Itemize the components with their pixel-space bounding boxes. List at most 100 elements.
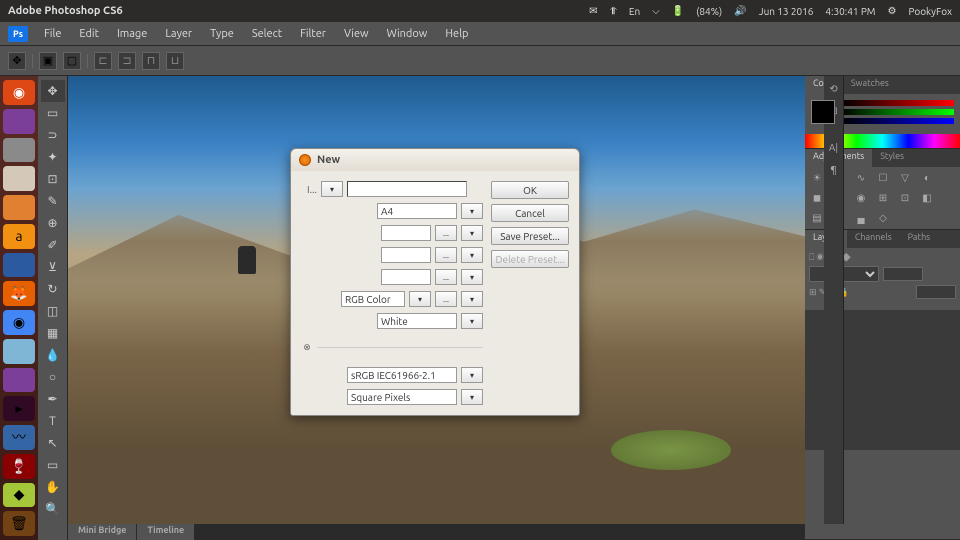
tab-timeline[interactable]: Timeline (137, 524, 194, 540)
history-brush-tool[interactable]: ↻ (41, 278, 65, 300)
exposure-icon[interactable]: ☐ (875, 171, 891, 185)
selective-icon[interactable]: ◇ (875, 211, 891, 225)
gradient-map-icon[interactable]: ▄ (853, 211, 869, 225)
blue-slider[interactable] (841, 118, 954, 124)
zoom-tool[interactable]: 🔍 (41, 498, 65, 520)
android-icon[interactable]: ◆ (3, 483, 35, 508)
dropdown-icon[interactable]: ▾ (461, 269, 483, 285)
tab-styles[interactable]: Styles (872, 149, 912, 167)
hue-icon[interactable]: ◐ (919, 171, 935, 185)
firefox-icon[interactable]: 🦊 (3, 281, 35, 306)
vibrance-icon[interactable]: ▽ (897, 171, 913, 185)
menu-edit[interactable]: Edit (71, 25, 107, 43)
ok-button[interactable]: OK (491, 181, 569, 199)
posterize-icon[interactable]: ▤ (809, 211, 825, 225)
dodge-tool[interactable]: ○ (41, 366, 65, 388)
time[interactable]: 4:30:41 PM (825, 6, 875, 17)
terminal-icon[interactable]: ▸ (3, 396, 35, 421)
save-preset-button[interactable]: Save Preset... (491, 227, 569, 245)
advanced-toggle[interactable]: ⊗ (301, 341, 313, 353)
eyedropper-tool[interactable]: ✎ (41, 190, 65, 212)
menu-file[interactable]: File (36, 25, 69, 43)
dropdown-icon[interactable]: ▾ (461, 247, 483, 263)
hand-tool[interactable]: ✋ (41, 476, 65, 498)
gradient-tool[interactable]: ▦ (41, 322, 65, 344)
wine-icon[interactable]: 🍷 (3, 454, 35, 479)
menu-filter[interactable]: Filter (292, 25, 334, 43)
type-tool[interactable]: T (41, 410, 65, 432)
invert-icon[interactable]: ◧ (919, 191, 935, 205)
language-indicator[interactable]: En (629, 6, 640, 17)
menu-select[interactable]: Select (244, 25, 290, 43)
battery-icon[interactable]: 🔋 (672, 5, 684, 17)
dropdown-icon[interactable]: ▾ (461, 203, 483, 219)
dialog-titlebar[interactable]: New (291, 149, 579, 171)
pixel-aspect-select[interactable] (347, 389, 457, 405)
lookup-icon[interactable]: ⊡ (897, 191, 913, 205)
background-select[interactable] (377, 313, 457, 329)
blend-mode-select[interactable] (809, 266, 879, 282)
unit-dropdown[interactable]: ... (435, 269, 457, 285)
tab-minibridge[interactable]: Mini Bridge (68, 524, 136, 540)
amazon-icon[interactable]: a (3, 224, 35, 249)
gear-icon[interactable]: ⚙ (888, 5, 897, 17)
character-icon[interactable]: A| (827, 140, 841, 154)
dropdown-icon[interactable]: ▾ (409, 291, 431, 307)
bluetooth-icon[interactable]: ⌵ (652, 5, 660, 17)
align-icon[interactable]: ⊓ (142, 52, 160, 70)
heal-tool[interactable]: ⊕ (41, 212, 65, 234)
username[interactable]: PookyFox (908, 6, 952, 17)
unit-dropdown[interactable]: ... (435, 225, 457, 241)
height-input[interactable] (381, 247, 431, 263)
bit-depth-dropdown[interactable]: ... (435, 291, 457, 307)
paragraph-icon[interactable]: ¶ (827, 162, 841, 176)
menu-layer[interactable]: Layer (157, 25, 200, 43)
drive-icon[interactable] (3, 166, 35, 191)
chrome-icon[interactable]: ◉ (3, 310, 35, 335)
tab-swatches[interactable]: Swatches (843, 76, 897, 94)
crop-tool[interactable]: ⊡ (41, 168, 65, 190)
color-profile-select[interactable] (347, 367, 457, 383)
tab-channels[interactable]: Channels (847, 230, 900, 248)
app-icon[interactable] (3, 339, 35, 364)
brush-tool[interactable]: ✐ (41, 234, 65, 256)
preset-select[interactable] (377, 203, 457, 219)
app-icon[interactable] (3, 368, 35, 393)
shape-tool[interactable]: ▭ (41, 454, 65, 476)
auto-select-toggle[interactable]: ▣ (39, 52, 57, 70)
folder-icon[interactable] (3, 195, 35, 220)
color-mode-select[interactable] (341, 291, 405, 307)
align-icon[interactable]: ⊔ (166, 52, 184, 70)
foreground-background-color[interactable] (811, 100, 835, 124)
unit-dropdown[interactable]: ... (435, 247, 457, 263)
name-dropdown[interactable]: ▾ (321, 181, 343, 197)
dash-icon[interactable]: ◉ (3, 80, 35, 105)
resolution-input[interactable] (381, 269, 431, 285)
blur-tool[interactable]: 💧 (41, 344, 65, 366)
cancel-button[interactable]: Cancel (491, 204, 569, 222)
dropdown-icon[interactable]: ▾ (461, 291, 483, 307)
tab-paths[interactable]: Paths (900, 230, 939, 248)
pen-tool[interactable]: ✒ (41, 388, 65, 410)
photo-filter-icon[interactable]: ◉ (853, 191, 869, 205)
files-icon[interactable] (3, 109, 35, 134)
fill-input[interactable] (916, 285, 956, 299)
eraser-tool[interactable]: ◫ (41, 300, 65, 322)
curves-icon[interactable]: ∿ (853, 171, 869, 185)
marquee-tool[interactable]: ▭ (41, 102, 65, 124)
menu-window[interactable]: Window (379, 25, 436, 43)
align-icon[interactable]: ⊐ (118, 52, 136, 70)
dropdown-icon[interactable]: ▾ (461, 313, 483, 329)
name-input[interactable] (347, 181, 467, 197)
menu-view[interactable]: View (336, 25, 377, 43)
menu-type[interactable]: Type (202, 25, 242, 43)
menu-help[interactable]: Help (437, 25, 476, 43)
align-icon[interactable]: ⊏ (94, 52, 112, 70)
app-icon[interactable] (3, 138, 35, 163)
history-icon[interactable]: ⟲ (827, 82, 841, 96)
mixer-icon[interactable]: ⊞ (875, 191, 891, 205)
lasso-tool[interactable]: ⊃ (41, 124, 65, 146)
app-icon[interactable] (3, 253, 35, 278)
brightness-icon[interactable]: ☀ (809, 171, 825, 185)
opacity-input[interactable] (883, 267, 923, 281)
